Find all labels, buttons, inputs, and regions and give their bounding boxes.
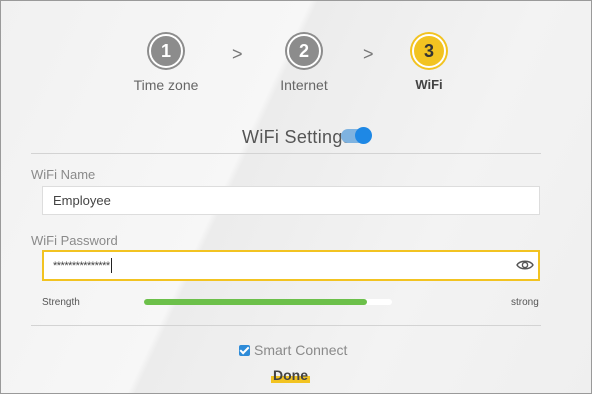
smart-connect-option[interactable]: Smart Connect — [239, 342, 347, 358]
strength-meter — [144, 299, 392, 305]
toggle-knob — [355, 127, 372, 144]
step-number: 3 — [412, 34, 446, 68]
strength-meter-fill — [144, 299, 368, 305]
step-internet[interactable]: 2 Internet — [259, 34, 349, 93]
step-number: 2 — [287, 34, 321, 68]
step-time-zone[interactable]: 1 Time zone — [121, 34, 211, 93]
eye-icon[interactable] — [516, 256, 534, 272]
divider — [31, 153, 541, 154]
text-caret — [110, 258, 112, 274]
wifi-name-field[interactable]: Employee — [42, 186, 540, 215]
section-header: WiFi Settings — [1, 127, 591, 148]
wifi-enable-toggle[interactable] — [341, 127, 372, 144]
wifi-password-field[interactable]: *************** — [42, 250, 540, 281]
step-label: WiFi — [415, 77, 443, 92]
step-number: 1 — [149, 34, 183, 68]
done-button[interactable]: Done — [271, 367, 310, 383]
divider — [31, 325, 541, 326]
step-wifi[interactable]: 3 WiFi — [384, 34, 474, 92]
wifi-name-label: WiFi Name — [31, 167, 96, 182]
step-separator: > — [232, 44, 243, 64]
section-title: WiFi Settings — [242, 127, 352, 147]
checkbox-check-icon[interactable] — [239, 345, 250, 356]
wizard-window: 1 Time zone > 2 Internet > 3 WiFi WiFi S… — [0, 0, 592, 394]
strength-value: strong — [511, 297, 539, 308]
step-separator: > — [363, 44, 374, 64]
wifi-password-value: *************** — [53, 260, 110, 272]
smart-connect-label: Smart Connect — [254, 342, 348, 358]
wifi-name-value: Employee — [53, 193, 111, 208]
step-label: Time zone — [133, 77, 199, 93]
step-label: Internet — [280, 77, 328, 93]
wifi-password-label: WiFi Password — [31, 233, 118, 248]
strength-label: Strength — [42, 297, 80, 308]
